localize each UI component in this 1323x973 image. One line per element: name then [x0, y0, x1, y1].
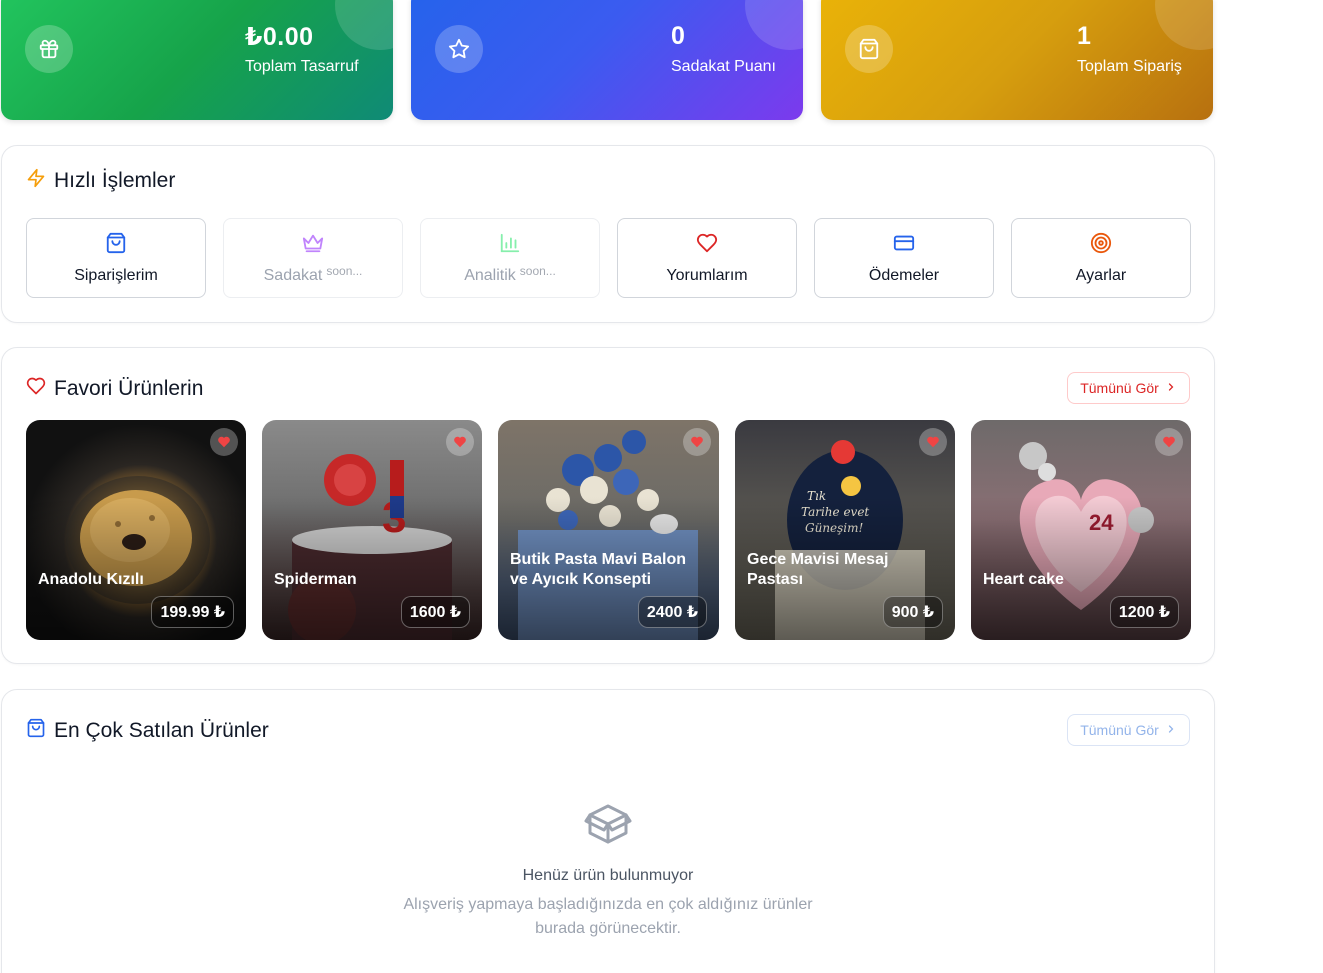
see-all-best-sellers-button[interactable]: Tümünü Gör [1067, 714, 1190, 746]
decor-bubble [1155, 0, 1213, 50]
product-price: 1600 ₺ [400, 596, 470, 628]
decor-bubble [335, 0, 393, 50]
quick-action-reviews[interactable]: Yorumlarım [617, 218, 797, 298]
favorite-product-card[interactable]: Anadolu Kızılı 199.99 ₺ [26, 420, 246, 640]
soon-badge: soon... [326, 263, 363, 278]
stats-row: ₺0.00 Toplam Tasarruf 0 Sadakat Puanı 1 … [1, 0, 1215, 120]
credit-card-icon [893, 232, 915, 259]
product-price: 900 ₺ [882, 596, 943, 628]
bar-chart-icon [499, 232, 521, 259]
stat-label: Toplam Tasarruf [245, 58, 359, 75]
see-all-favorites-button[interactable]: Tümünü Gör [1067, 372, 1190, 404]
favorite-product-card[interactable]: 3 Spiderman 1600 ₺ [262, 420, 482, 640]
product-name: Anadolu Kızılı [38, 571, 144, 588]
stat-card-savings: ₺0.00 Toplam Tasarruf [1, 0, 393, 120]
chevron-right-icon [1165, 722, 1177, 738]
lightning-icon [26, 168, 46, 194]
package-icon [584, 804, 632, 852]
panel-title: Favori Ürünlerin [26, 376, 203, 402]
product-name: Butik Pasta Mavi Balon ve Ayıcık Konsept… [510, 551, 687, 588]
see-all-label: Tümünü Gör [1080, 380, 1159, 396]
favorites-panel: Favori Ürünlerin Tümünü Gör Anadolu Kızı… [1, 347, 1215, 664]
quick-action-settings[interactable]: Ayarlar [1011, 218, 1191, 298]
favorite-product-card[interactable]: 24 Heart cake 1200 ₺ [971, 420, 1191, 640]
product-name: Heart cake [983, 571, 1064, 588]
panel-title: En Çok Satılan Ürünler [26, 718, 269, 744]
stat-label: Sadakat Puanı [671, 58, 776, 75]
favorites-list: Anadolu Kızılı 199.99 ₺ 3 Spiderman 1600… [26, 420, 1191, 640]
favorite-heart-button[interactable] [683, 428, 711, 456]
best-sellers-panel: En Çok Satılan Ürünler Tümünü Gör Henüz … [1, 689, 1215, 973]
favorite-heart-button[interactable] [919, 428, 947, 456]
star-icon [435, 25, 483, 73]
quick-action-orders[interactable]: Siparişlerim [26, 218, 206, 298]
see-all-label: Tümünü Gör [1080, 722, 1159, 738]
product-price: 2400 ₺ [637, 596, 707, 628]
favorite-product-card[interactable]: Tık Tarihe evet Güneşim! Gece Mavisi Mes… [735, 420, 955, 640]
stat-card-orders: 1 Toplam Sipariş [821, 0, 1213, 120]
product-price: 199.99 ₺ [151, 596, 234, 628]
favorites-title: Favori Ürünlerin [54, 377, 204, 400]
favorite-heart-button[interactable] [446, 428, 474, 456]
decor-bubble [745, 0, 803, 50]
favorite-product-card[interactable]: Butik Pasta Mavi Balon ve Ayıcık Konsept… [498, 420, 719, 640]
quick-action-payments[interactable]: Ödemeler [814, 218, 994, 298]
crown-icon [302, 232, 324, 259]
quick-action-analytics: Analitik soon... [420, 218, 600, 298]
stat-card-loyalty: 0 Sadakat Puanı [411, 0, 803, 120]
quick-action-label: Ayarlar [1075, 266, 1127, 284]
empty-state-text: Alışveriş yapmaya başladığınızda en çok … [403, 896, 813, 937]
product-name: Spiderman [274, 571, 357, 588]
shopping-bag-icon [845, 25, 893, 73]
empty-state: Henüz ürün bulunmuyor Alışveriş yapmaya … [2, 800, 1214, 941]
gift-icon [25, 25, 73, 73]
quick-actions-panel: Hızlı İşlemler Siparişlerim Sadakat soon.… [1, 145, 1215, 323]
favorite-heart-button[interactable] [210, 428, 238, 456]
favorite-heart-button[interactable] [1155, 428, 1183, 456]
quick-action-label: Analitik [464, 266, 516, 284]
stat-label: Toplam Sipariş [1077, 58, 1182, 75]
stat-value: ₺0.00 [245, 23, 314, 51]
empty-state-title: Henüz ürün bulunmuyor [522, 867, 694, 884]
panel-title: Hızlı İşlemler [26, 168, 175, 194]
target-icon [1090, 232, 1112, 259]
quick-action-loyalty: Sadakat soon... [223, 218, 403, 298]
quick-actions-title: Hızlı İşlemler [54, 169, 176, 192]
product-price: 1200 ₺ [1109, 596, 1179, 628]
quick-action-label: Sadakat [263, 266, 323, 284]
shopping-bag-icon [26, 718, 46, 744]
quick-action-label: Siparişlerim [74, 266, 158, 284]
quick-action-label: Yorumlarım [666, 266, 748, 284]
shopping-bag-icon [105, 232, 127, 259]
best-sellers-title: En Çok Satılan Ürünler [54, 719, 269, 742]
product-name: Gece Mavisi Mesaj Pastası [747, 551, 889, 588]
chevron-right-icon [1165, 380, 1177, 396]
soon-badge: soon... [519, 263, 556, 278]
quick-actions-list: Siparişlerim Sadakat soon... Analitik soon… [26, 218, 1191, 298]
heart-icon [696, 232, 718, 259]
quick-action-label: Ödemeler [868, 266, 940, 284]
stat-value: 1 [1077, 22, 1092, 50]
heart-icon [26, 376, 46, 402]
stat-value: 0 [671, 22, 686, 50]
